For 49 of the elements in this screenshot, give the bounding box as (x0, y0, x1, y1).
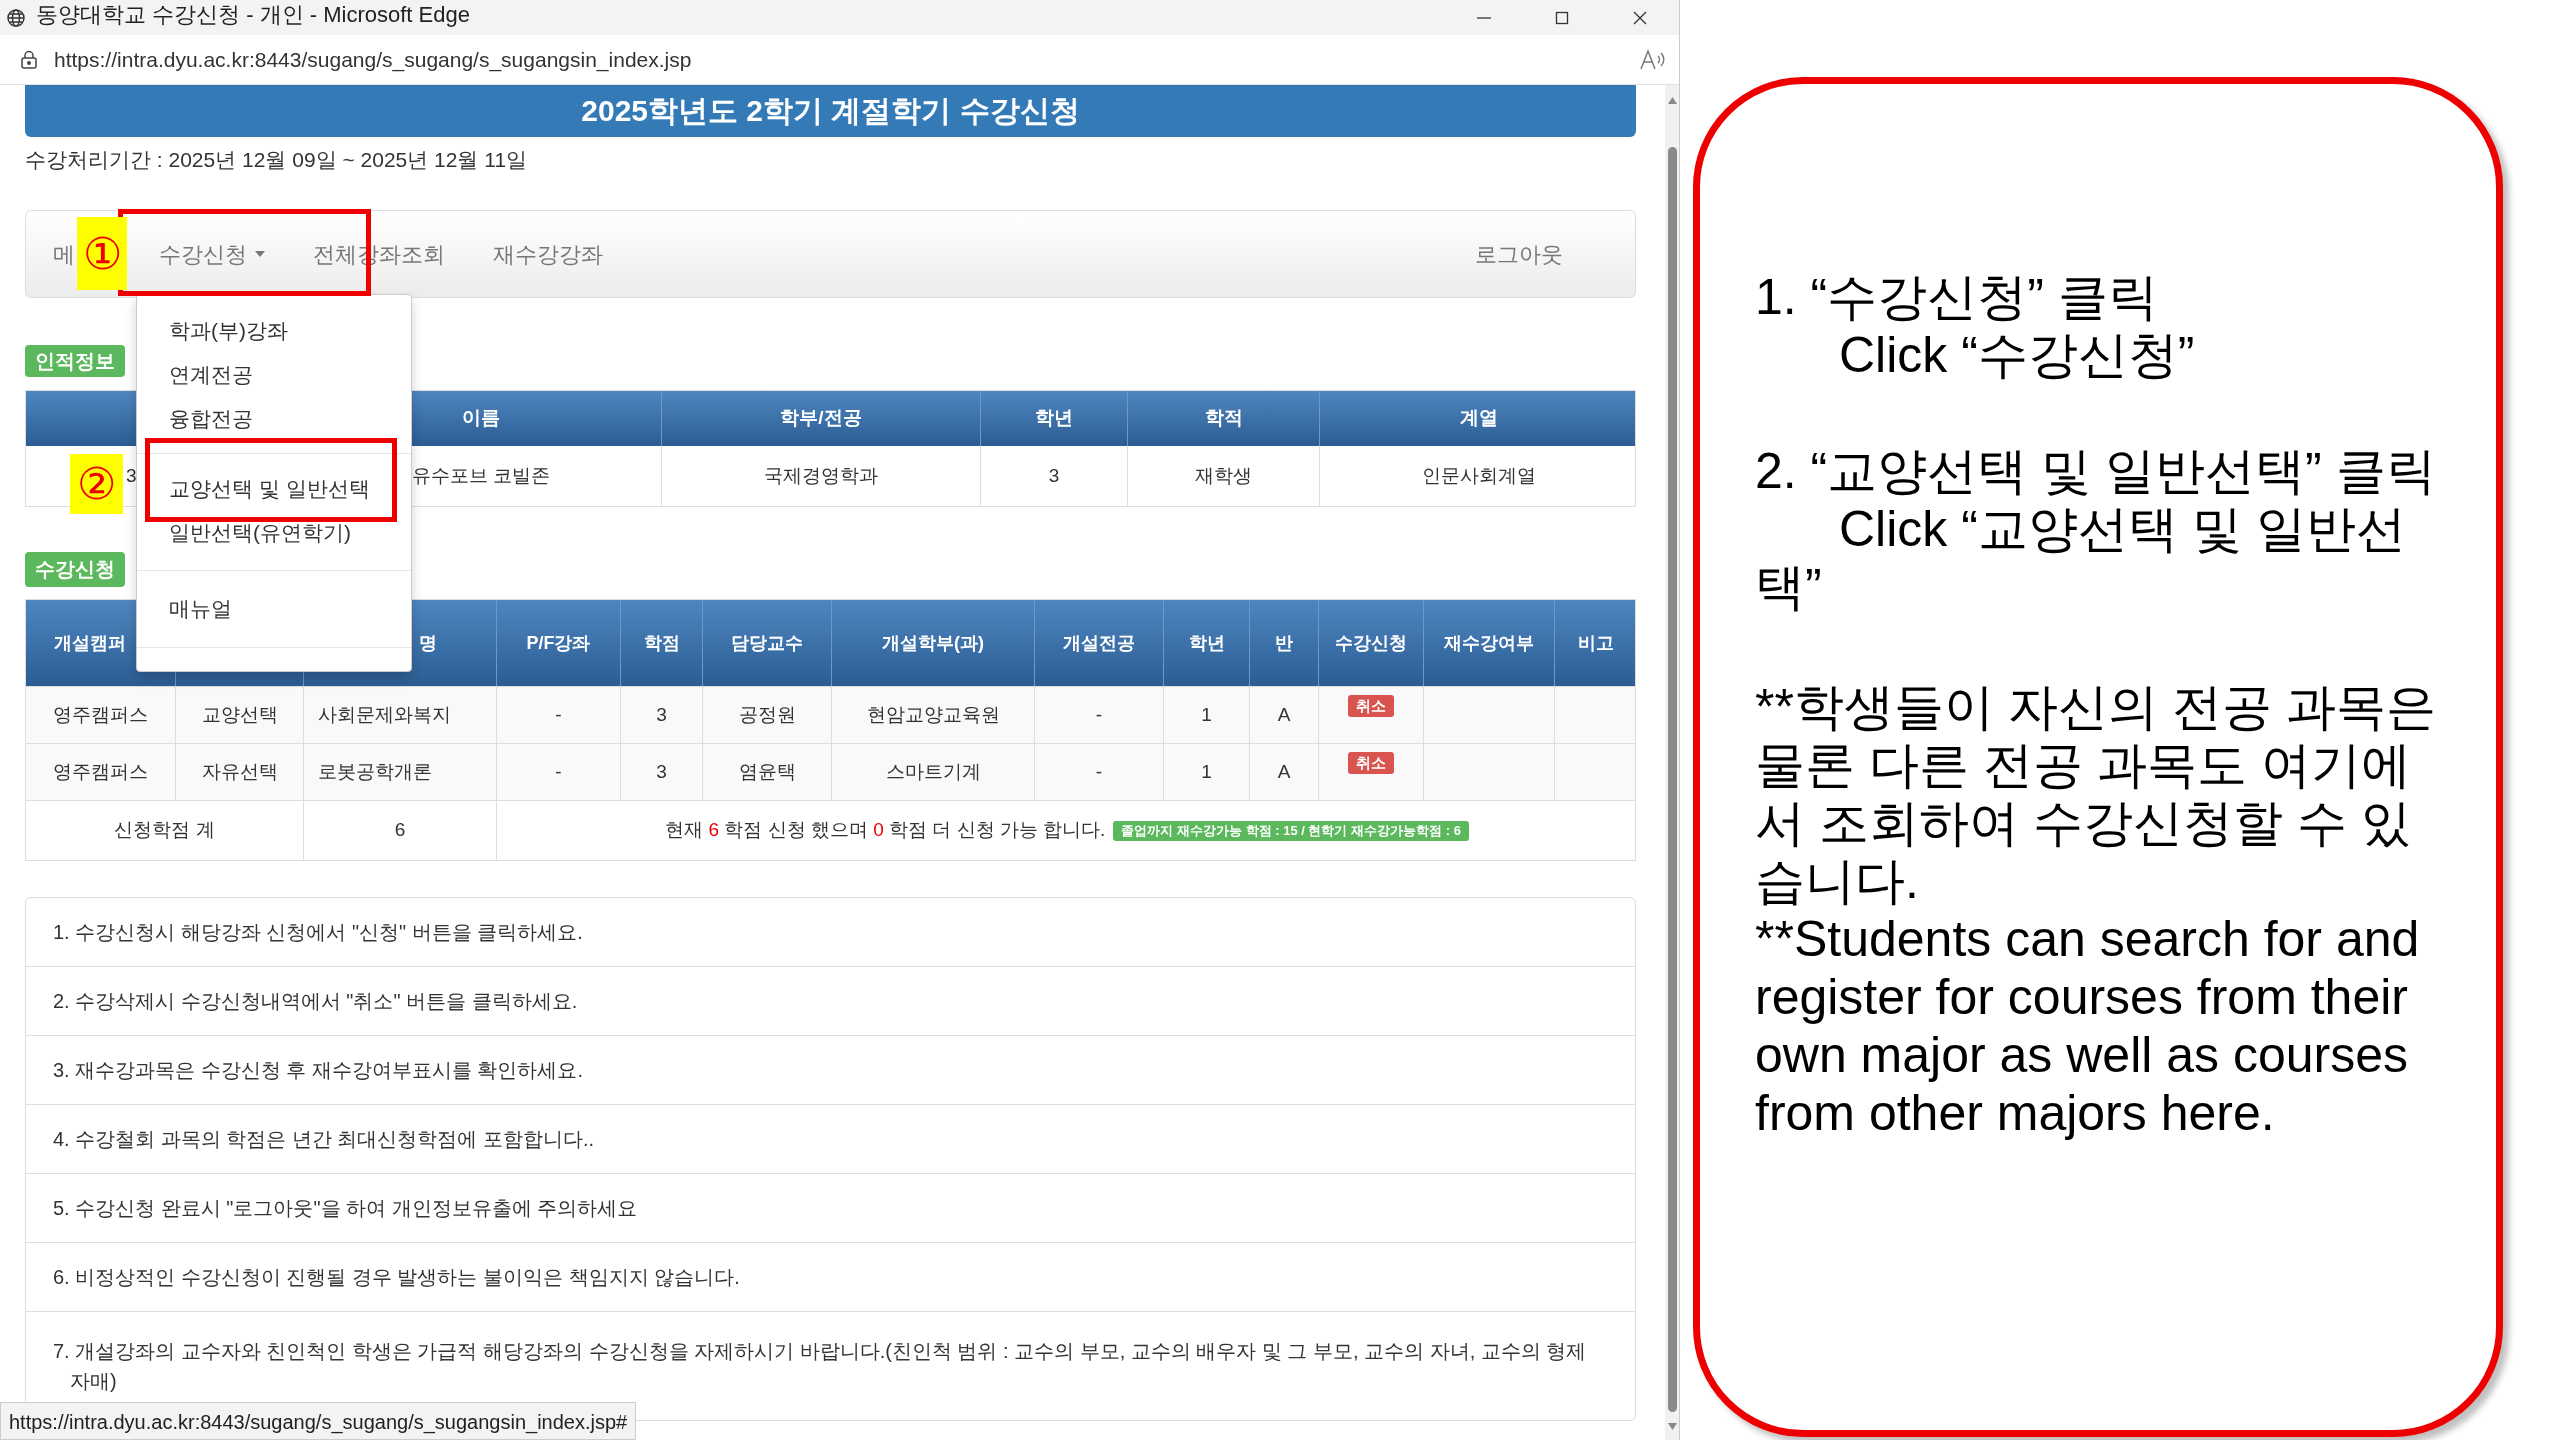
status-bar-url: https://intra.dyu.ac.kr:8443/sugang/s_sugang/s_sugangsin_index.jsp# (0, 1402, 637, 1440)
instruction-text: 2. “교양선택 및 일반선택” 클릭 (1755, 442, 2437, 500)
note-text: 6. 비정상적인 수강신청이 진행될 경우 발생하는 불이익은 책임지지 않습니다. (26, 1243, 1635, 1312)
scroll-up-arrow-icon[interactable] (1668, 97, 1677, 104)
table-cell: 재학생 (1128, 446, 1320, 506)
globe-icon (6, 7, 26, 28)
menu-item[interactable]: 학과(부)강좌 (137, 309, 411, 353)
scrollbar[interactable] (1665, 85, 1679, 1440)
menu-item[interactable]: 일반선택(유연학기) (137, 511, 411, 555)
cancel-button[interactable]: 취소 (1348, 752, 1394, 774)
logout-link[interactable]: 로그아웃 (1475, 237, 1563, 271)
column-header: 비고 (1577, 632, 1615, 655)
address-bar[interactable]: https://intra.dyu.ac.kr:8443/sugang/s_sugang/s_sugangsin_index.jsp (54, 43, 692, 76)
note-text: 4. 수강철회 과목의 학점은 년간 최대신청학점에 포함합니다.. (26, 1105, 1635, 1174)
table-cell-text: 인문사회계열 (1420, 463, 1537, 488)
cancel-button[interactable]: 취소 (1348, 695, 1394, 717)
note-text: 3. 재수강과목은 수강신청 후 재수강여부표시를 확인하세요. (26, 1036, 1635, 1105)
scroll-down-arrow-icon[interactable] (1668, 1423, 1677, 1430)
table-cell: 신청학점 계 (26, 801, 304, 860)
column-header: 계열 (1458, 406, 1499, 431)
close-icon (1632, 9, 1648, 26)
maximize-icon (1554, 9, 1570, 26)
lock-icon (20, 49, 38, 70)
table-cell: 3 (981, 446, 1128, 506)
instruction-text: **학생들이 자신의 전공 과목은 물론 다른 전공 과목도 여기에서 조회하여 수강신청할 수 있습니다. (1755, 678, 2437, 910)
step-marker: ① (77, 217, 127, 290)
period-text: 수강처리기간 : 2025년 12월 09일 ~ 2025년 12월 11일 (25, 147, 529, 173)
credit-badge: 졸업까지 재수강가능 학점 : 15 / 현학기 재수강가능학점 : 6 (1113, 820, 1469, 841)
note-text: 2. 수강삭제시 수강신청내역에서 "취소" 버튼을 클릭하세요. (26, 967, 1635, 1036)
nav-item[interactable]: 수강신청 (159, 237, 265, 271)
read-aloud-icon[interactable] (1639, 47, 1667, 72)
table-cell: 국제경영학과 (662, 446, 981, 506)
window-title: 동양대학교 수강신청 - 개인 - Microsoft Edge (36, 1, 470, 29)
table-cell: 6 (304, 801, 497, 860)
note-text: 1. 수강신청시 해당강좌 신청에서 "신청" 버튼을 클릭하세요. (26, 898, 1635, 967)
note-text: 7. 개설강좌의 교수자와 친인척인 학생은 가급적 해당강좌의 수강신청을 자제하시기 바랍니다.(친인척 범위 : 교수의 부모, 교수의 배우자 및 그 부모, 교수의 자녀, 교수의 형제자매) (52, 1339, 1588, 1394)
instruction-text: **Students can search for and register for courses from their own major as well as courses from other majors here. (1755, 910, 2421, 1142)
instruction-text: Click “교양선택 및 일반선택” (1755, 500, 2407, 616)
instruction-text: 1. “수강신청” 클릭 (1755, 268, 2159, 326)
nav-item[interactable]: 재수강강좌 (493, 237, 603, 271)
section-label: 인적정보 (25, 345, 125, 377)
summary-text: 현재 6 학점 신청 했으며 0 학점 더 신청 가능 합니다. (665, 818, 1106, 843)
instruction-text: Click “수강신청” (1838, 326, 2196, 384)
page-header-bar: 2025학년도 2학기 계절학기 수강신청 (25, 85, 1636, 137)
note-text: 5. 수강신청 완료시 "로그아웃"을 하여 개인정보유출에 주의하세요 (26, 1174, 1635, 1243)
minimize-icon (1477, 16, 1491, 19)
step-marker: ② (70, 454, 123, 514)
nav-item[interactable]: 메 (53, 237, 75, 271)
section-label: 수강신청 (25, 552, 125, 587)
